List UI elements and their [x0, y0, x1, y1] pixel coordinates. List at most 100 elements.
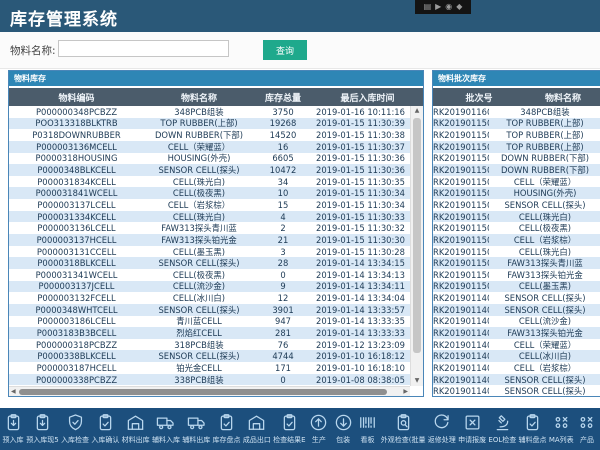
toolbar-item[interactable]: 预入库现5	[26, 413, 58, 445]
table-row[interactable]: RK2019011500006CELL(极夜黑)	[433, 222, 600, 234]
table-cell: CELL(冰川白)	[489, 350, 600, 362]
table-cell: 铂光金CELL	[144, 362, 254, 374]
table-row[interactable]: P0000348BLKCELLSENSOR CELL(探头)104722019-…	[9, 164, 423, 176]
table-cell: RK2019011500008	[433, 235, 489, 245]
scroll-left-icon[interactable]: ◀	[11, 387, 16, 396]
table-row[interactable]: P000031341WCELLCELL(极夜黑)02019-01-14 13:3…	[9, 269, 423, 281]
toolbar-item[interactable]: 生产	[308, 413, 330, 445]
toolbar-item[interactable]: 入库确认	[91, 413, 119, 445]
toolbar-item[interactable]: 辅料盘点	[519, 413, 547, 445]
table-row[interactable]: P000031334KCELLCELL(珠光白)42019-01-15 11:3…	[9, 211, 423, 223]
table-cell: CELL(极夜黑)	[144, 187, 254, 199]
table-row[interactable]: RK2019011400004SENSOR CELL(探头)	[433, 385, 600, 397]
toolbar-item-label: MA列表	[549, 435, 574, 445]
recorder-icon[interactable]: ▤	[424, 3, 432, 11]
toolbar-item[interactable]: 返修处理	[428, 413, 456, 445]
toolbar-item[interactable]: EOL检查	[488, 413, 516, 445]
recorder-icon[interactable]: ◆	[456, 3, 462, 11]
table-row[interactable]: RK2019011400009SENSOR CELL(探头)	[433, 292, 600, 304]
table-row[interactable]: P0318DOWNRUBBERDOWN RUBBER(下部)145202019-…	[9, 129, 423, 141]
table-cell: RK2019011500009	[433, 247, 489, 257]
table-row[interactable]: RK2019011500002DOWN RUBBER(下部)	[433, 164, 600, 176]
toolbar-item[interactable]: 成品出口	[243, 413, 271, 445]
table-cell: P000003187HCELL	[9, 363, 144, 373]
screen-recorder-overlay[interactable]: ▤▶ ◉ ◆	[415, 0, 471, 14]
table-row[interactable]: RK2019011500001TOP RUBBER(上部)	[433, 118, 600, 130]
vertical-scrollbar[interactable]: ▲ ▼	[410, 106, 423, 386]
table-row[interactable]: RK2019011400009SENSOR CELL(探头)	[433, 304, 600, 316]
table-row[interactable]: P000000318PCBZZ318PCB组装762019-01-12 13:2…	[9, 339, 423, 351]
scroll-down-icon[interactable]: ▼	[411, 376, 423, 386]
table-cell: 947	[254, 316, 312, 326]
table-row[interactable]: P000000338PCBZZ338PCB组装02019-01-08 08:38…	[9, 374, 423, 386]
table-row[interactable]: P0003183B3BCELL烈焰红CELL2812019-01-14 13:3…	[9, 327, 423, 339]
table-row[interactable]: RK2019011500007CELL(珠光白)	[433, 211, 600, 223]
toolbar-item[interactable]: MA列表	[549, 413, 574, 445]
table-row[interactable]: P000003136MCELLCELL（荣耀蓝）162019-01-15 11:…	[9, 141, 423, 153]
table-row[interactable]: RK2019011500005SENSOR CELL(探头)	[433, 199, 600, 211]
toolbar-item[interactable]: 外观检查(批量	[381, 413, 426, 445]
table-row[interactable]: RK2019011500004CELL（荣耀蓝）	[433, 176, 600, 188]
table-cell: CELL（岩浆棕）	[489, 234, 600, 246]
table-row[interactable]: P0000318BLKCELLSENSOR CELL(探头)282019-01-…	[9, 257, 423, 269]
toolbar-item[interactable]: 看板	[356, 413, 378, 445]
table-row[interactable]: RK2019011500003HOUSING(外壳)	[433, 187, 600, 199]
table-row[interactable]: RK2019011500001TOP RUBBER(上部)	[433, 141, 600, 153]
table-row[interactable]: P000003137HCELLFAW313探头铂光金212019-01-15 1…	[9, 234, 423, 246]
toolbar-item[interactable]: 辅料出库	[182, 413, 210, 445]
toolbar-item[interactable]: 辅料入库	[152, 413, 180, 445]
table-cell: P000003136LCELL	[9, 223, 144, 233]
table-row[interactable]: RK2019011400012FAW313探头铂光金	[433, 327, 600, 339]
table-row[interactable]: RK2019011400004SENSOR CELL(探头)	[433, 374, 600, 386]
table-row[interactable]: RK2019011500010FAW313探头青川蓝	[433, 257, 600, 269]
table-row[interactable]: RK2019011500012CELL(墨玉黑)	[433, 281, 600, 293]
circle-arrow-up-icon	[309, 413, 328, 432]
table-row[interactable]: P0000348WHTCELLSENSOR CELL(探头)39012019-0…	[9, 304, 423, 316]
table-row[interactable]: RK2019011600001348PCB组装	[433, 106, 600, 118]
table-row[interactable]: P000031834KCELLCELL(珠光白)342019-01-15 11:…	[9, 176, 423, 188]
scroll-right-icon[interactable]: ▶	[403, 387, 408, 396]
toolbar-item[interactable]: 检查结果E	[273, 413, 305, 445]
toolbar-item[interactable]: 材料出库	[122, 413, 150, 445]
table-row[interactable]: RK2019011500001TOP RUBBER(上部)	[433, 129, 600, 141]
recorder-icon[interactable]: ◉	[445, 3, 452, 11]
table-row[interactable]: P000003131CCELLCELL(墨玉黑)32019-01-15 11:3…	[9, 246, 423, 258]
table-row[interactable]: P000003136LCELLFAW313探头青川蓝22019-01-15 11…	[9, 222, 423, 234]
toolbar-item[interactable]: 入库检查	[61, 413, 89, 445]
table-row[interactable]: P000003137JCELLCELL(流沙金)92019-01-14 13:3…	[9, 281, 423, 293]
table-cell: P0000348BLKCELL	[9, 165, 144, 175]
material-name-input[interactable]	[58, 40, 229, 57]
horizontal-scroll-thumb[interactable]	[19, 389, 387, 395]
table-row[interactable]: P000003187HCELL铂光金CELL1712019-01-10 16:1…	[9, 362, 423, 374]
toolbar-item[interactable]: 包装	[332, 413, 354, 445]
horizontal-scrollbar[interactable]: ◀ ▶	[9, 386, 410, 396]
table-row[interactable]: P000003132FCELLCELL(冰川白)122019-01-14 13:…	[9, 292, 423, 304]
table-row[interactable]: RK2019011500008CELL（岩浆棕）	[433, 234, 600, 246]
toolbar-item[interactable]: 申请报废	[458, 413, 486, 445]
query-button[interactable]: 查询	[263, 40, 307, 60]
vertical-scroll-thumb[interactable]	[413, 118, 421, 353]
table-row[interactable]: P0000318HOUSINGHOUSING(外壳)66052019-01-15…	[9, 153, 423, 165]
table-row[interactable]: RK2019011500011FAW313探头铂光金	[433, 269, 600, 281]
table-cell: P000000348PCBZZ	[9, 107, 144, 117]
table-row[interactable]: RK2019011400007CELL(冰川白)	[433, 350, 600, 362]
recorder-icon[interactable]: ▶	[435, 3, 441, 11]
toolbar-item[interactable]: 产品	[576, 413, 598, 445]
table-row[interactable]: RK2019011400011CELL(流沙金)	[433, 316, 600, 328]
table-row[interactable]: P000000348PCBZZ348PCB组装37502019-01-16 10…	[9, 106, 423, 118]
table-row[interactable]: RK2019011500002DOWN RUBBER(下部)	[433, 153, 600, 165]
table-row[interactable]: RK2019011400005CELL（岩浆棕）	[433, 362, 600, 374]
table-row[interactable]: RK2019011400013CELL（荣耀蓝）	[433, 339, 600, 351]
table-row[interactable]: P0000338BLKCELLSENSOR CELL(探头)47442019-0…	[9, 350, 423, 362]
table-cell: P000003186LCELL	[9, 316, 144, 326]
scroll-up-icon[interactable]: ▲	[411, 106, 423, 116]
table-cell: 15	[254, 200, 312, 210]
table-row[interactable]: RK2019011500009CELL(珠光白)	[433, 246, 600, 258]
table-cell: RK2019011500011	[433, 270, 489, 280]
table-row[interactable]: POO313318BLKTRBTOP RUBBER(上部)192682019-0…	[9, 118, 423, 130]
table-row[interactable]: P000003186LCELL青川蓝CELL9472019-01-14 13:3…	[9, 316, 423, 328]
table-row[interactable]: P000003137LCELLCELL（岩浆棕）152019-01-15 11:…	[9, 199, 423, 211]
table-row[interactable]: P000031841WCELLCELL(极夜黑)102019-01-15 11:…	[9, 187, 423, 199]
toolbar-item[interactable]: 库存盘点	[213, 413, 241, 445]
toolbar-item[interactable]: 预入库	[2, 413, 24, 445]
